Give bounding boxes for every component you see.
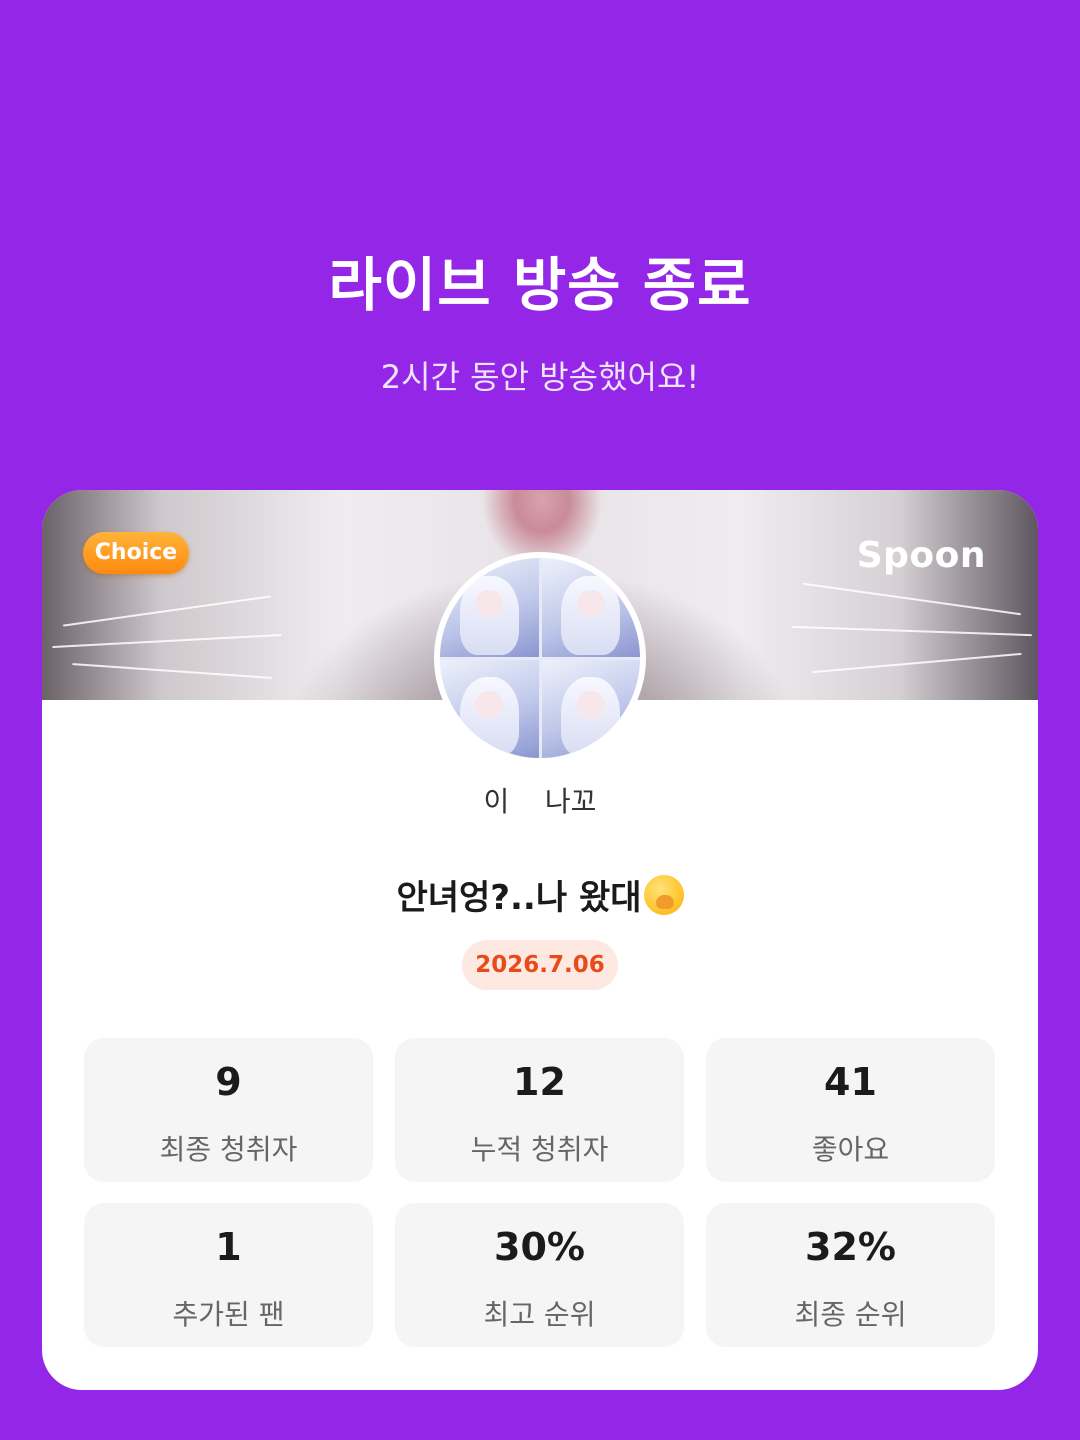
date-badge: 2026.7.06 <box>462 940 618 990</box>
stat-label: 추가된 팬 <box>172 1298 285 1331</box>
stat-value: 41 <box>824 1060 877 1104</box>
avatar[interactable] <box>434 552 646 764</box>
stat-final-listeners: 9 최종 청취자 <box>84 1038 373 1182</box>
stat-value: 1 <box>215 1225 242 1269</box>
stat-label: 최종 순위 <box>794 1298 907 1331</box>
avatar-tile <box>440 558 539 657</box>
stat-final-rank: 32% 최종 순위 <box>706 1203 995 1347</box>
hand-over-mouth-emoji-icon <box>643 875 684 915</box>
page-title: 라이브 방송 종료 <box>328 251 752 319</box>
cover-whisker <box>52 633 282 649</box>
streamer-name: 이 나꼬 <box>483 785 597 818</box>
choice-badge: Choice <box>83 532 189 574</box>
stats-grid: 9 최종 청취자 12 누적 청취자 41 좋아요 1 추가된 팬 30% 최고… <box>84 1038 996 1347</box>
cover-whisker <box>72 663 272 679</box>
cover-whisker <box>812 652 1022 674</box>
stat-value: 32% <box>805 1225 896 1269</box>
stat-value: 30% <box>494 1225 585 1269</box>
cover-whisker <box>62 595 272 627</box>
stat-label: 좋아요 <box>811 1133 890 1166</box>
avatar-image <box>440 558 640 758</box>
live-ended-screen: 라이브 방송 종료 2시간 동안 방송했어요! Choice Spoon 이 나… <box>0 0 1080 1440</box>
stat-added-fans: 1 추가된 팬 <box>84 1203 373 1347</box>
stat-label: 최고 순위 <box>483 1298 596 1331</box>
stat-value: 9 <box>215 1060 242 1104</box>
stat-likes: 41 좋아요 <box>706 1038 995 1182</box>
avatar-tile <box>440 659 539 758</box>
live-title: 안녀엉?..나 왔대 <box>42 870 1038 919</box>
cover-whisker <box>792 625 1032 637</box>
stat-label: 최종 청취자 <box>159 1133 298 1166</box>
stat-label: 누적 청취자 <box>470 1133 609 1166</box>
avatar-tile <box>541 659 640 758</box>
stat-value: 12 <box>513 1060 566 1104</box>
spoon-logo: Spoon <box>856 535 986 576</box>
live-summary-card: Choice Spoon 이 나꼬 안녀엉?..나 왔대 2026.7.06 9… <box>42 490 1038 1390</box>
stat-best-rank: 30% 최고 순위 <box>395 1203 684 1347</box>
cover-whisker <box>802 582 1022 616</box>
avatar-tile <box>541 558 640 657</box>
broadcast-duration-text: 2시간 동안 방송했어요! <box>380 358 700 396</box>
live-title-text: 안녀엉?..나 왔대 <box>396 878 642 918</box>
stat-total-listeners: 12 누적 청취자 <box>395 1038 684 1182</box>
